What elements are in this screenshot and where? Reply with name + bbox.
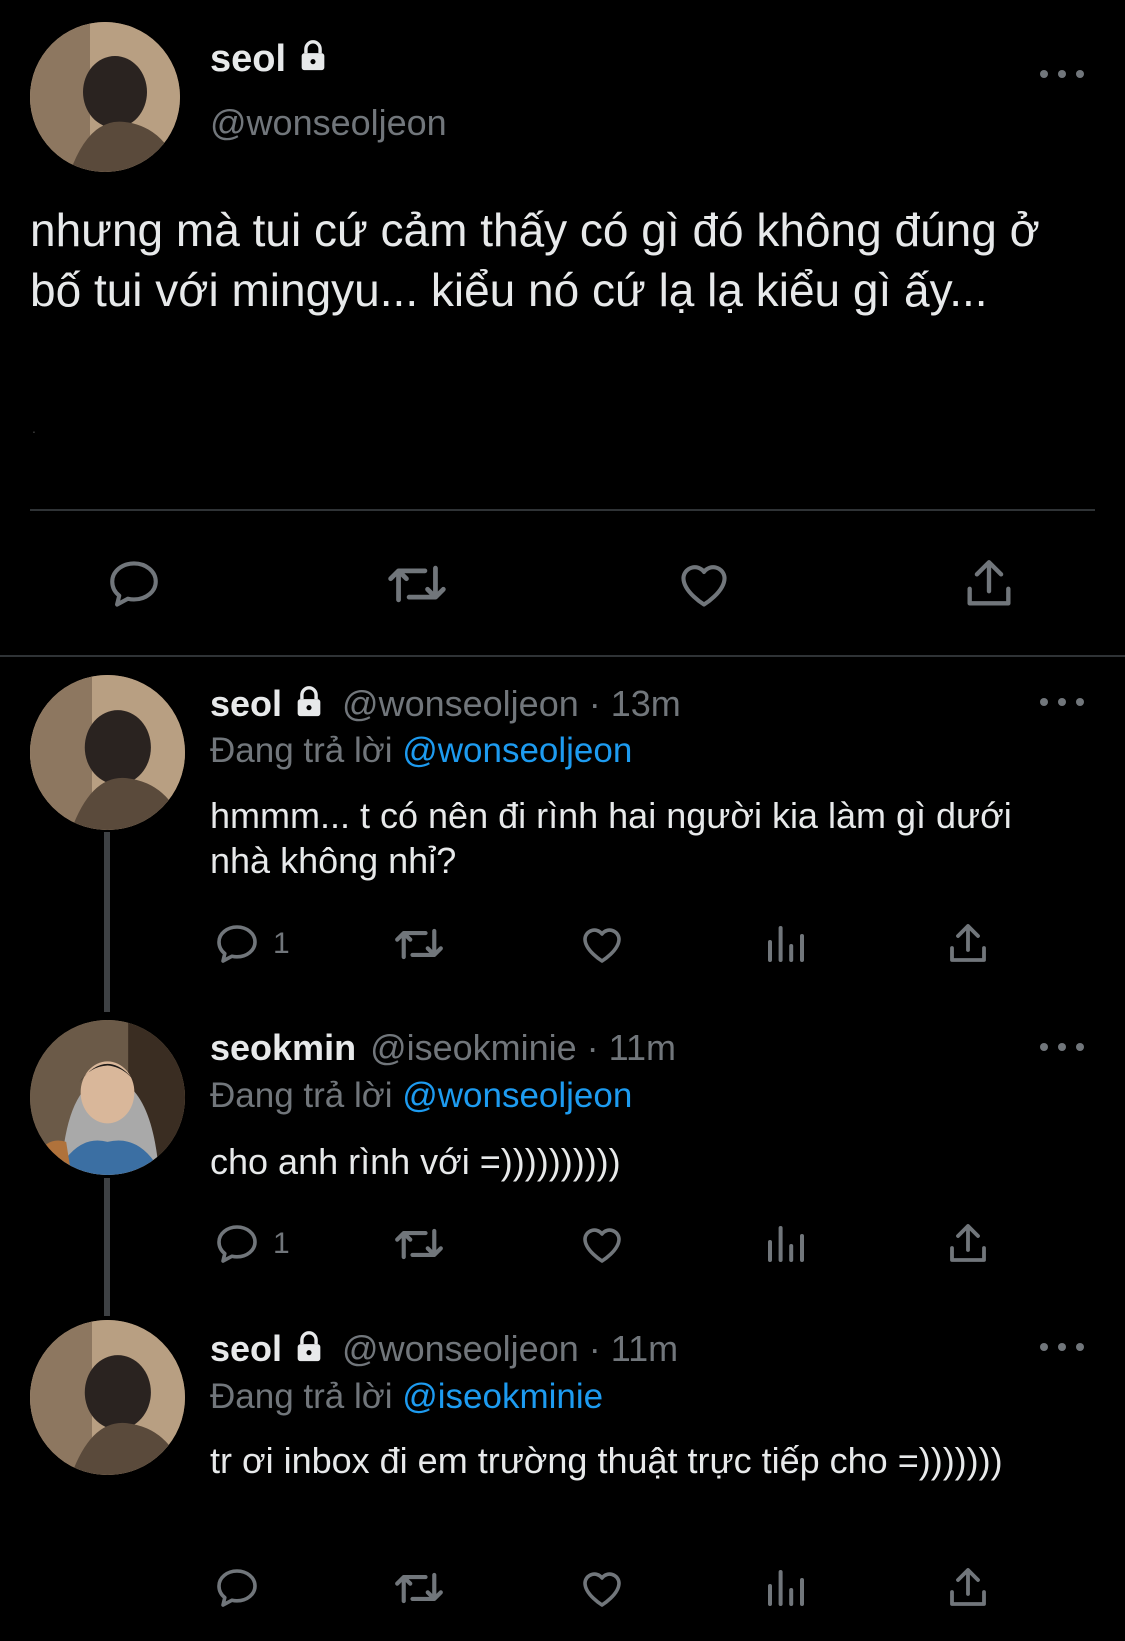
more-icon[interactable] [1040, 1035, 1084, 1059]
retweet-icon [395, 1228, 443, 1260]
share-icon [950, 924, 986, 962]
share-icon [967, 560, 1011, 606]
reply-button[interactable]: 1 [213, 1220, 290, 1268]
reply-button[interactable]: 1 [213, 920, 290, 968]
thread-line [104, 1178, 110, 1316]
views-button[interactable] [762, 1564, 810, 1612]
share-button[interactable] [944, 920, 992, 968]
retweet-button[interactable] [392, 1564, 446, 1612]
lock-icon [292, 1330, 326, 1373]
reply-count: 1 [273, 1227, 290, 1260]
views-icon [768, 926, 804, 962]
lock-icon [296, 39, 330, 83]
author-handle[interactable]: @wonseoljeon [210, 102, 447, 144]
more-icon[interactable] [1040, 690, 1084, 714]
reply-count: 1 [273, 927, 290, 960]
retweet-button[interactable] [392, 920, 446, 968]
replying-prefix: Đang trả lời [210, 731, 393, 770]
like-button[interactable] [578, 1564, 626, 1612]
reply-header: seol @wonseoljeon · 13m [210, 683, 681, 728]
like-icon [583, 1572, 621, 1607]
divider [30, 509, 1095, 511]
reply-header: seokmin @iseokminie · 11m [210, 1027, 676, 1069]
reply-text: cho anh rình với =)))))))))) [210, 1141, 621, 1182]
tweet-text: nhưng mà tui cứ cảm thấy có gì đó không … [30, 204, 1040, 316]
views-button[interactable] [762, 920, 810, 968]
share-button[interactable] [960, 555, 1018, 613]
avatar[interactable] [30, 22, 180, 172]
reply-text: tr ơi inbox đi em trường thuật trực tiếp… [210, 1440, 1003, 1481]
reply-button[interactable] [105, 555, 163, 613]
tweet-stray-dot: . [32, 420, 36, 436]
author-name[interactable]: seol [210, 1328, 282, 1369]
replying-prefix: Đang trả lời [210, 1377, 393, 1416]
views-icon [768, 1570, 804, 1606]
like-button[interactable] [578, 920, 626, 968]
replying-to: Đang trả lời @wonseoljeon [210, 1076, 632, 1116]
like-icon [583, 1228, 621, 1263]
share-button[interactable] [944, 1220, 992, 1268]
reply-icon [217, 1569, 257, 1607]
retweet-button[interactable] [385, 555, 449, 613]
avatar[interactable] [30, 675, 185, 830]
replying-to: Đang trả lời @iseokminie [210, 1377, 603, 1417]
like-button[interactable] [675, 555, 733, 613]
more-icon[interactable] [1040, 1335, 1084, 1359]
reply-icon [217, 925, 257, 963]
avatar[interactable] [30, 1320, 185, 1475]
like-button[interactable] [578, 1220, 626, 1268]
divider [0, 655, 1125, 657]
share-icon [950, 1568, 986, 1606]
reply-icon [110, 561, 158, 607]
retweet-icon [395, 928, 443, 960]
author-name[interactable]: seol [210, 683, 282, 724]
author-name[interactable]: seokmin [210, 1027, 356, 1068]
share-button[interactable] [944, 1564, 992, 1612]
like-icon [583, 928, 621, 963]
handle-time[interactable]: @wonseoljeon · 13m [342, 683, 681, 724]
author-name[interactable]: seol [210, 38, 330, 83]
mention-link[interactable]: @wonseoljeon [402, 1076, 632, 1115]
replying-to: Đang trả lời @wonseoljeon [210, 731, 632, 771]
like-icon [681, 565, 727, 607]
reply-button[interactable] [213, 1564, 273, 1612]
retweet-icon [388, 565, 446, 603]
mention-link[interactable]: @iseokminie [402, 1377, 603, 1416]
lock-icon [292, 685, 326, 728]
author-name-text[interactable]: seol [210, 38, 286, 80]
mention-link[interactable]: @wonseoljeon [402, 731, 632, 770]
retweet-icon [395, 1572, 443, 1604]
views-button[interactable] [762, 1220, 810, 1268]
thread-line [104, 832, 110, 1012]
reply-header: seol @wonseoljeon · 11m [210, 1328, 678, 1373]
replying-prefix: Đang trả lời [210, 1076, 393, 1115]
handle-time[interactable]: @iseokminie · 11m [370, 1027, 676, 1068]
avatar[interactable] [30, 1020, 185, 1175]
reply-text: hmmm... t có nên đi rình hai người kia l… [210, 795, 1012, 881]
retweet-button[interactable] [392, 1220, 446, 1268]
more-icon[interactable] [1040, 62, 1084, 86]
share-icon [950, 1224, 986, 1262]
reply-icon [217, 1225, 257, 1263]
handle-time[interactable]: @wonseoljeon · 11m [342, 1328, 678, 1369]
views-icon [768, 1226, 804, 1262]
